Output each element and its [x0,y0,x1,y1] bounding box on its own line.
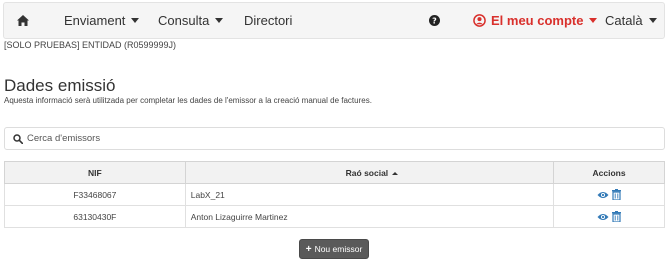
cell-nif: 63130430F [4,205,186,228]
entity-label: [SOLO PRUEBAS] ENTIDAD (R0599999J) [4,40,177,50]
cell-actions [553,183,665,206]
home-icon [17,15,29,26]
chevron-down-icon [589,18,598,23]
nav-directori-link[interactable]: Directori [244,3,292,38]
top-navbar: Enviament Consulta Directori ? El meu co… [3,2,665,39]
column-header-nif[interactable]: NIF [4,161,186,184]
nav-enviament-menu[interactable]: Enviament [64,3,140,38]
svg-text:?: ? [432,16,437,25]
account-label: El meu compte [491,13,584,28]
new-emissor-label: Nou emissor [314,244,363,254]
plus-icon: + [305,243,312,255]
cell-rao-social: Anton Lizaguirre Martinez [184,205,555,228]
nav-consulta-menu[interactable]: Consulta [158,3,224,38]
emissors-table: NIF Raó social Accions F33468067 LabX_21 [4,161,665,228]
column-header-accions: Accions [553,161,665,184]
eye-icon[interactable] [597,213,609,221]
language-menu[interactable]: Català [605,3,657,38]
trash-icon[interactable] [612,211,622,223]
column-header-label: Accions [592,167,626,178]
eye-icon[interactable] [597,191,609,199]
cell-actions [553,205,665,228]
account-menu[interactable]: El meu compte [473,3,598,38]
table-row: F33468067 LabX_21 [4,183,665,206]
search-label: Cerca d'emissors [27,133,101,144]
nav-home[interactable] [17,3,29,38]
question-circle-icon: ? [429,15,440,26]
column-header-label: NIF [88,167,102,178]
cell-nif: F33468067 [4,183,186,206]
page-subtitle: Aquesta informació serà utilitzada per c… [4,96,372,105]
chevron-down-icon [131,18,140,23]
chevron-down-icon [215,18,224,23]
language-label: Català [605,13,643,28]
nav-enviament-label: Enviament [64,13,126,28]
cell-rao-social: LabX_21 [184,183,555,206]
help-button[interactable]: ? [429,3,440,38]
nav-directori-label: Directori [244,13,293,28]
user-circle-icon [473,14,486,27]
search-emissors-panel[interactable]: Cerca d'emissors [4,127,665,150]
sort-ascending-icon [392,171,399,175]
new-emissor-button[interactable]: + Nou emissor [299,239,369,259]
chevron-down-icon [648,18,657,23]
nav-consulta-label: Consulta [158,13,210,28]
table-header-row: NIF Raó social Accions [4,161,665,184]
page-title: Dades emissió [4,76,116,95]
trash-icon[interactable] [612,189,622,201]
column-header-rao-social[interactable]: Raó social [184,161,555,184]
table-row: 63130430F Anton Lizaguirre Martinez [4,205,665,228]
search-icon [13,133,23,144]
column-header-label: Raó social [345,167,389,178]
